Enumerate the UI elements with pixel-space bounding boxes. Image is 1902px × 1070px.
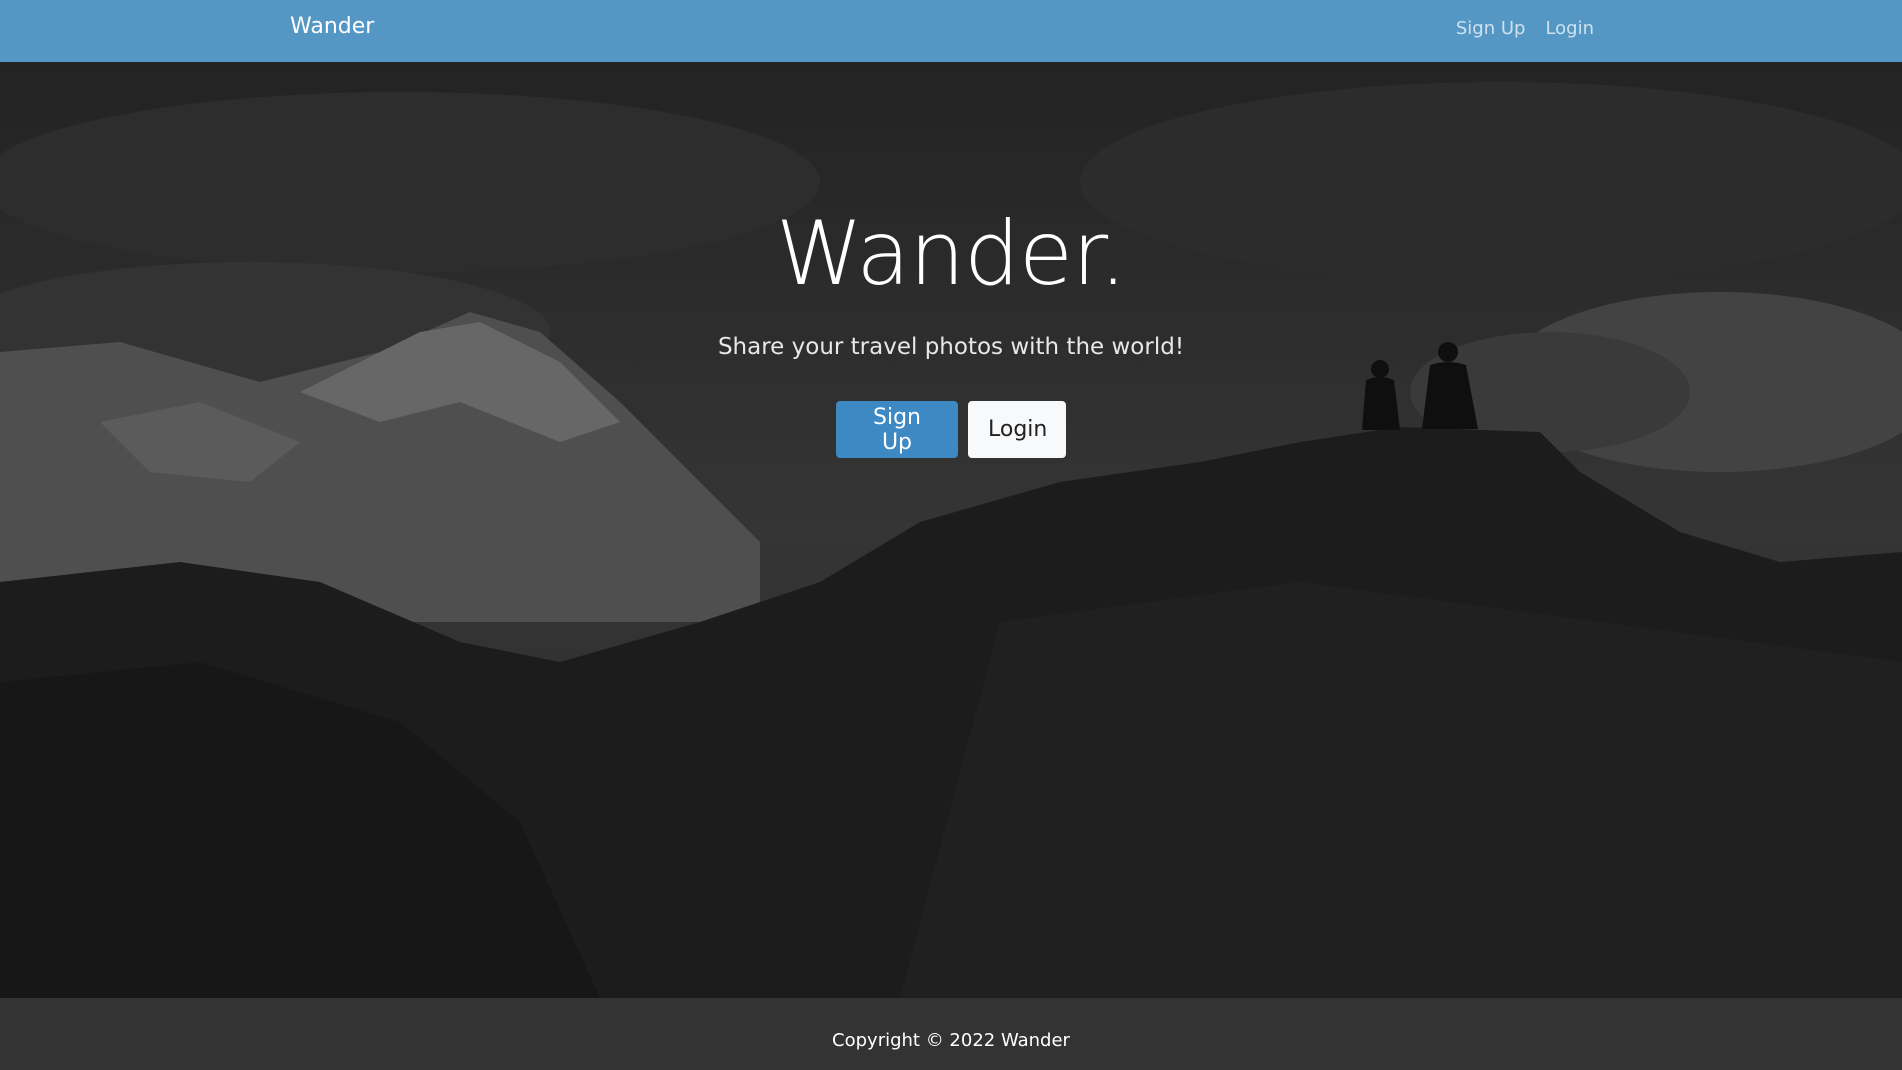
hero-subtitle: Share your travel photos with the world! bbox=[717, 334, 1185, 360]
signup-button[interactable]: Sign Up bbox=[836, 401, 958, 458]
nav-login-link[interactable]: Login bbox=[1545, 18, 1594, 39]
nav-links: Sign Up Login bbox=[1456, 18, 1594, 39]
hero-title: Wander. bbox=[775, 202, 1127, 305]
login-button[interactable]: Login bbox=[968, 401, 1066, 458]
nav-signup-link[interactable]: Sign Up bbox=[1456, 18, 1526, 39]
hero-buttons: Sign Up Login bbox=[0, 401, 1902, 458]
brand-link[interactable]: Wander bbox=[290, 14, 374, 39]
navbar: Wander Sign Up Login bbox=[0, 0, 1902, 62]
footer: Copyright © 2022 Wander bbox=[0, 998, 1902, 1070]
hero-section: Wander. Share your travel photos with th… bbox=[0, 62, 1902, 998]
copyright-text: Copyright © 2022 Wander bbox=[832, 1030, 1070, 1051]
